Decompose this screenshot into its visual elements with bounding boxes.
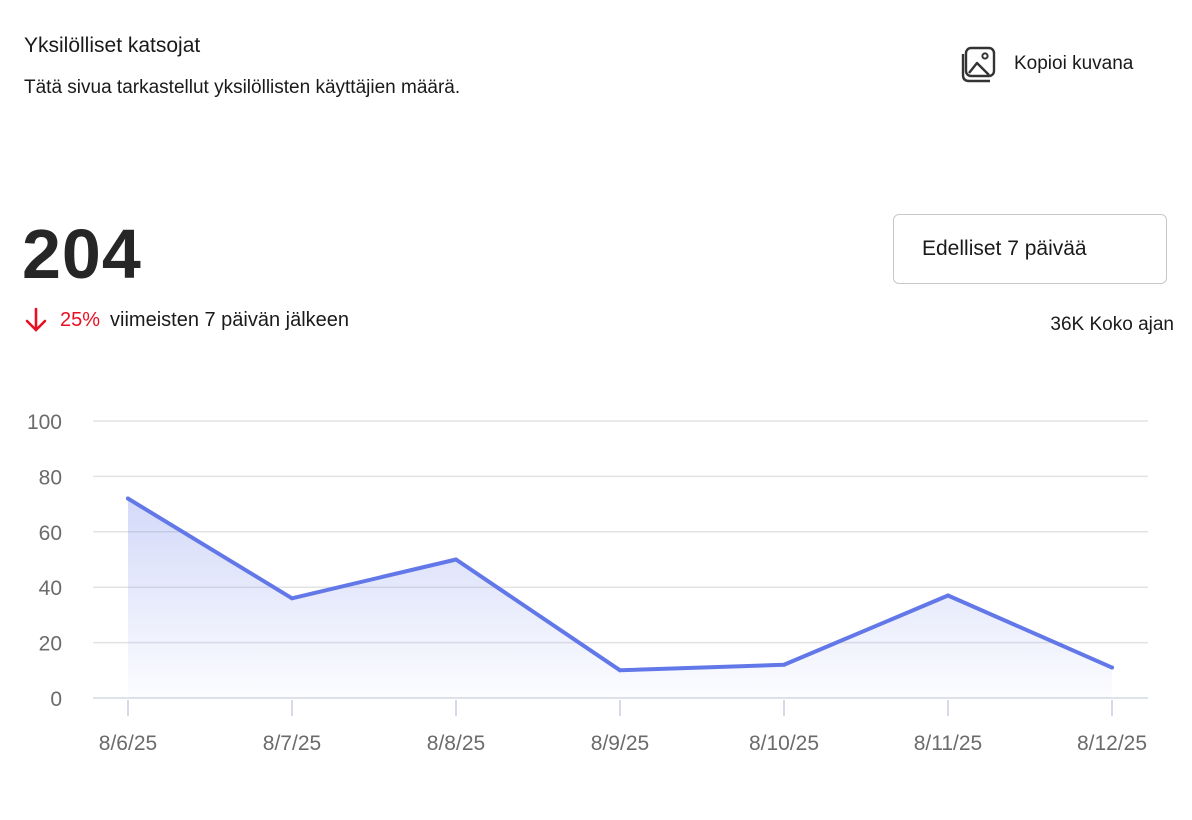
date-range-label: Edelliset 7 päivää bbox=[922, 237, 1087, 260]
y-tick-label: 100 bbox=[27, 411, 62, 434]
data-point bbox=[946, 593, 950, 598]
arrow-down-icon bbox=[24, 306, 48, 334]
x-tick-label: 8/7/25 bbox=[263, 732, 321, 755]
x-tick-label: 8/12/25 bbox=[1077, 732, 1147, 755]
x-tick-label: 8/10/25 bbox=[749, 732, 819, 755]
data-point bbox=[1110, 665, 1114, 670]
trend-percent: 25% bbox=[60, 308, 101, 331]
trend-text: viimeisten 7 päivän jälkeen bbox=[110, 308, 350, 331]
metric-value: 204 bbox=[22, 215, 142, 293]
y-tick-label: 40 bbox=[39, 577, 62, 600]
card-title: Yksilölliset katsojat bbox=[24, 34, 201, 57]
card-subtitle: Tätä sivua tarkastellut yksilöllisten kä… bbox=[24, 77, 461, 98]
data-point bbox=[290, 596, 294, 601]
x-tick-label: 8/6/25 bbox=[99, 732, 157, 755]
trend-indicator: 25% viimeisten 7 päivän jälkeen bbox=[24, 306, 349, 334]
data-point bbox=[454, 557, 458, 562]
data-point bbox=[126, 496, 130, 501]
y-tick-label: 0 bbox=[50, 688, 62, 711]
viewers-line-chart: 0 20 40 60 80 100 8/6/25 8/7/25 8/8/25 8/9/25 8/10… bbox=[27, 411, 1148, 755]
image-icon bbox=[960, 44, 1000, 84]
x-tick-label: 8/8/25 bbox=[427, 732, 485, 755]
all-time-total: 36K Koko ajan bbox=[1050, 314, 1174, 335]
data-point bbox=[782, 662, 786, 667]
copy-as-image-button[interactable]: Kopioi kuvana bbox=[960, 44, 1133, 84]
data-point bbox=[618, 668, 622, 673]
y-tick-label: 80 bbox=[39, 466, 62, 489]
x-tick-label: 8/11/25 bbox=[914, 732, 983, 755]
date-range-dropdown[interactable]: Edelliset 7 päivää bbox=[893, 214, 1167, 284]
y-tick-label: 20 bbox=[39, 633, 62, 656]
unique-viewers-card: Yksilölliset katsojat Tätä sivua tarkast… bbox=[0, 0, 1192, 820]
x-tick-label: 8/9/25 bbox=[591, 732, 649, 755]
copy-as-image-label: Kopioi kuvana bbox=[1014, 53, 1134, 74]
y-tick-label: 60 bbox=[39, 522, 62, 545]
